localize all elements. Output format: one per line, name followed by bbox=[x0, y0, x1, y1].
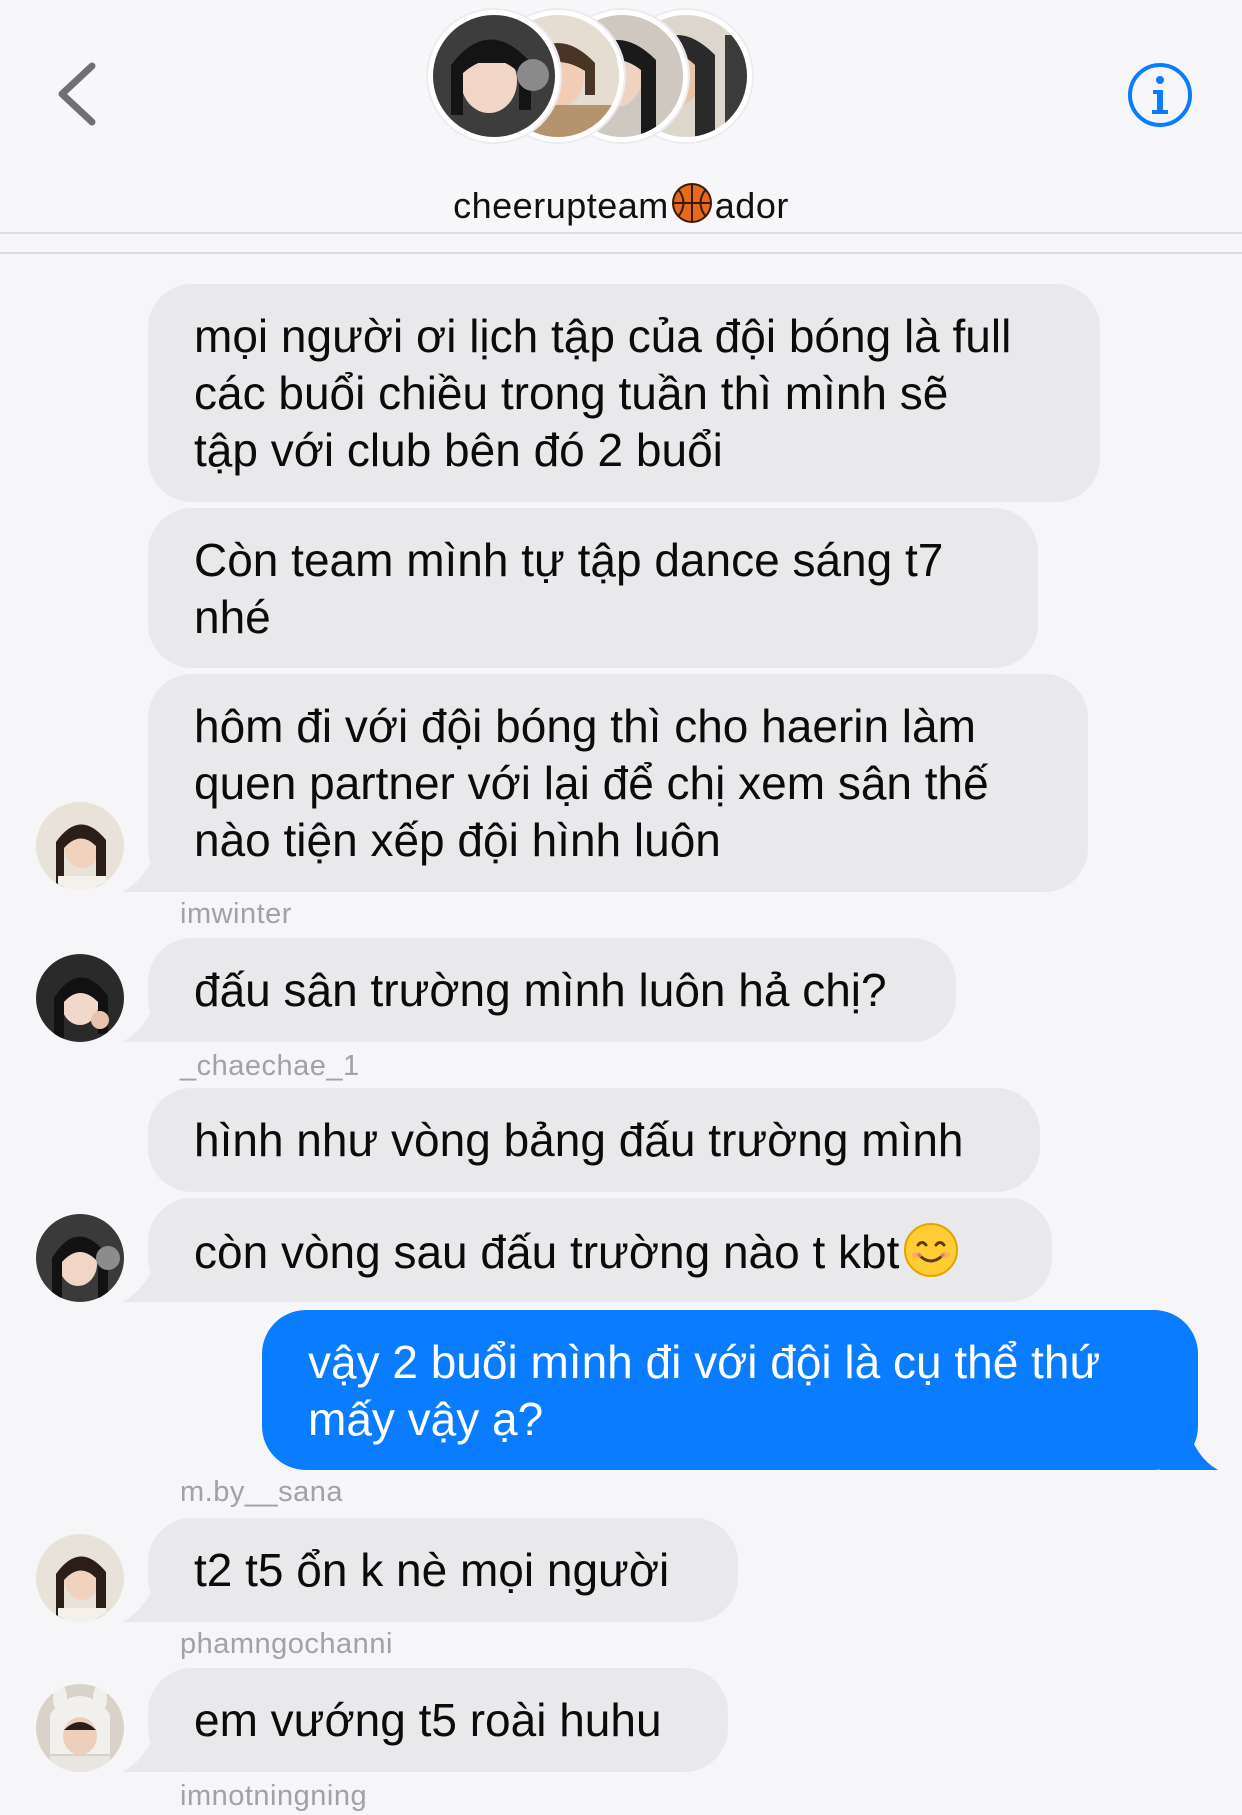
message-bubble-received[interactable]: còn vòng sau đấu trường nào t kbt bbox=[148, 1198, 1052, 1302]
group-name-text: ador bbox=[714, 185, 789, 226]
sender-name: _chaechae_1 bbox=[180, 1050, 360, 1082]
avatar[interactable] bbox=[36, 1534, 124, 1622]
info-circle-icon bbox=[1128, 63, 1192, 127]
bubble-tail bbox=[122, 996, 188, 1042]
sender-name: imnotningning bbox=[180, 1780, 368, 1812]
message-bubble-received[interactable]: t2 t5 ổn k nè mọi người bbox=[148, 1518, 738, 1622]
chevron-left-icon bbox=[58, 62, 96, 126]
avatar[interactable] bbox=[36, 1214, 124, 1302]
group-name-text: cheerupteam bbox=[453, 185, 669, 226]
header-divider bbox=[0, 232, 1242, 234]
avatar[interactable] bbox=[36, 802, 124, 890]
smiling-face-icon bbox=[903, 1222, 959, 1291]
info-button[interactable] bbox=[1125, 60, 1195, 130]
message-text: còn vòng sau đấu trường nào t kbt bbox=[194, 1226, 900, 1278]
basketball-icon bbox=[671, 182, 713, 233]
member-avatar bbox=[428, 10, 560, 142]
bubble-tail bbox=[122, 1256, 188, 1302]
group-name[interactable]: cheerupteam ador bbox=[0, 182, 1242, 233]
message-bubble-received[interactable]: hôm đi với đội bóng thì cho haerin làm q… bbox=[148, 674, 1088, 892]
message-bubble-received[interactable]: hình như vòng bảng đấu trường mình bbox=[148, 1088, 1040, 1192]
bubble-tail bbox=[122, 1576, 188, 1622]
message-bubble-received[interactable]: Còn team mình tự tập dance sáng t7 nhé bbox=[148, 508, 1038, 668]
header-divider bbox=[0, 252, 1242, 254]
avatar[interactable] bbox=[36, 954, 124, 1042]
sender-name: m.by__sana bbox=[180, 1476, 343, 1508]
message-bubble-received[interactable]: em vướng t5 roài huhu bbox=[148, 1668, 728, 1772]
sender-name: imwinter bbox=[180, 898, 292, 930]
group-avatar-stack[interactable] bbox=[428, 10, 788, 150]
bubble-tail bbox=[1160, 1424, 1218, 1470]
message-bubble-received[interactable]: đấu sân trường mình luôn hả chị? bbox=[148, 938, 956, 1042]
chat-header: cheerupteam ador bbox=[0, 0, 1242, 232]
avatar[interactable] bbox=[36, 1684, 124, 1772]
sender-name: phamngochanni bbox=[180, 1628, 393, 1660]
back-button[interactable] bbox=[50, 58, 110, 138]
bubble-tail bbox=[122, 1726, 188, 1772]
bubble-tail bbox=[122, 846, 188, 892]
message-bubble-sent[interactable]: vậy 2 buổi mình đi với đội là cụ thể thứ… bbox=[262, 1310, 1198, 1470]
message-bubble-received[interactable]: mọi người ơi lịch tập của đội bóng là fu… bbox=[148, 284, 1100, 502]
